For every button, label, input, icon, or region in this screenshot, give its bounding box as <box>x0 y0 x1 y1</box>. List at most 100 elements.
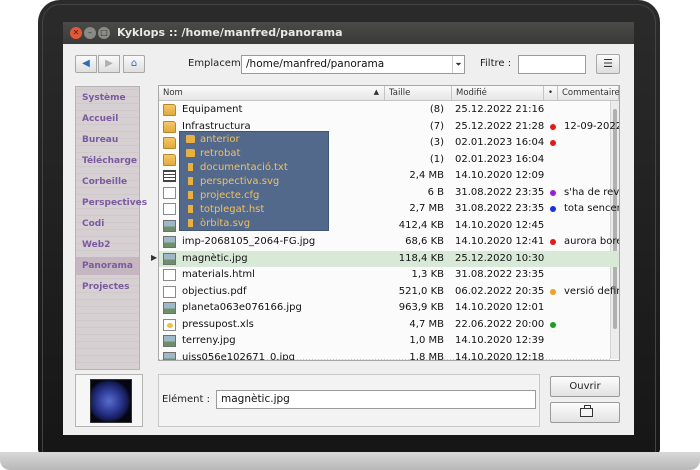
open-button[interactable]: Ouvrir <box>550 376 620 397</box>
sidebar-item[interactable]: Système <box>76 89 139 107</box>
file-row[interactable]: Equipament (8) 25.12.2022 21:16 <box>159 102 619 119</box>
close-window-button[interactable]: ✕ <box>70 27 82 39</box>
laptop-base <box>0 452 700 470</box>
filter-input[interactable] <box>518 55 586 74</box>
file-modified: 02.01.2023 16:04 <box>455 153 545 165</box>
location-input[interactable]: /home/manfred/panorama <box>241 55 465 74</box>
menu-button[interactable]: ☰ <box>596 54 620 74</box>
column-header-size[interactable]: Taille <box>385 86 452 101</box>
popup-item[interactable]: retrobat <box>186 148 326 162</box>
file-size: (1) <box>429 153 444 165</box>
image-thumbnail <box>90 379 132 423</box>
briefcase-button[interactable] <box>550 402 620 423</box>
popup-item[interactable]: totplegat.hst <box>186 204 326 218</box>
filter-label: Filtre : <box>480 58 512 69</box>
file-row[interactable]: materials.html 1,3 KB 31.08.2022 23:35 <box>159 267 619 284</box>
sidebar-item[interactable]: Bureau <box>76 131 139 149</box>
column-header-modified[interactable]: Modifié <box>452 86 544 101</box>
tag-dot-icon <box>550 140 556 146</box>
file-row[interactable]: uiss056e102671_0.jpg 1,8 MB 14.10.2020 12:… <box>159 350 619 361</box>
file-row[interactable]: terreny.jpg 1,0 MB 14.10.2020 12:39 <box>159 333 619 350</box>
column-header-tag[interactable]: • <box>544 86 558 101</box>
back-button[interactable]: ◀ <box>75 55 97 73</box>
title-bar: ✕ – □ Kyklops :: /home/manfred/panorama <box>63 22 634 44</box>
file-modified: 25.12.2022 21:28 <box>455 120 545 132</box>
file-row[interactable]: planeta063e076166.jpg 963,9 KB 14.10.2020 … <box>159 300 619 317</box>
sidebar-item[interactable]: Perspectives <box>76 194 147 212</box>
file-modified: 25.12.2022 21:16 <box>455 104 545 115</box>
file-comment: 12-09-2022 <box>564 120 620 132</box>
file-name: planeta063e076166.jpg <box>182 302 302 313</box>
sidebar-item[interactable]: Accueil <box>76 110 139 128</box>
document-icon <box>163 285 176 298</box>
file-name: imp-2068105_2064-FG.jpg <box>182 236 316 247</box>
popup-item[interactable]: òrbita.svg <box>186 218 326 232</box>
image-file-icon <box>163 335 176 347</box>
file-modified: 31.08.2022 23:35 <box>455 269 545 280</box>
minimize-window-button[interactable]: – <box>84 27 96 39</box>
image-file-icon <box>163 302 176 314</box>
popup-item-label: totplegat.hst <box>200 204 265 215</box>
element-input[interactable]: magnètic.jpg <box>216 390 536 409</box>
document-icon <box>188 219 193 227</box>
current-row-indicator-icon: ▶ <box>151 252 158 262</box>
file-size: 4,7 MB <box>409 318 444 330</box>
tag-dot-icon <box>550 288 556 295</box>
image-file-icon <box>163 252 176 265</box>
file-size: 68,6 KB <box>405 236 444 247</box>
file-modified: 31.08.2022 23:35 <box>455 186 545 198</box>
column-header-name[interactable]: Nom ▲ <box>159 86 385 101</box>
file-modified: 14.10.2020 12:41 <box>455 236 545 247</box>
sidebar-item[interactable]: Corbeille <box>76 173 139 191</box>
popup-item-label: retrobat <box>200 148 241 159</box>
sort-ascending-icon: ▲ <box>373 88 379 96</box>
document-icon <box>188 205 193 213</box>
briefcase-icon <box>580 405 593 417</box>
sidebar-item[interactable]: Codi <box>76 215 139 233</box>
file-dialog-window: ✕ – □ Kyklops :: /home/manfred/panorama … <box>63 22 634 435</box>
spreadsheet-icon <box>163 318 176 331</box>
popup-item-label: perspectiva.svg <box>200 176 280 187</box>
file-name: terreny.jpg <box>182 335 236 346</box>
file-comment: tota sencera <box>564 203 619 214</box>
window-title: Kyklops :: /home/manfred/panorama <box>117 26 343 39</box>
document-icon <box>163 203 176 215</box>
file-comment: s'ha de revisar <box>564 186 620 198</box>
maximize-window-button[interactable]: □ <box>98 27 110 39</box>
file-comment: aurora boreal <box>564 236 619 247</box>
file-row[interactable]: imp-2068105_2064-FG.jpg 68,6 KB 14.10.2020… <box>159 234 619 251</box>
popup-item[interactable]: anterior <box>186 134 326 148</box>
image-file-icon <box>163 351 176 360</box>
tag-dot-icon <box>550 321 556 328</box>
file-name: uiss056e102671_0.jpg <box>182 351 295 361</box>
home-button[interactable]: ⌂ <box>123 55 145 73</box>
column-name-label: Nom <box>163 88 183 98</box>
file-name: pressupost.xls <box>182 318 254 330</box>
sidebar-item[interactable]: Projectes <box>76 278 139 296</box>
popup-item[interactable]: perspectiva.svg <box>186 176 326 190</box>
file-size: 118,4 KB <box>398 252 444 264</box>
file-row[interactable]: magnètic.jpg 118,4 KB 25.12.2020 10:30 <box>159 250 619 267</box>
sidebar-item[interactable]: Web2 <box>76 236 139 254</box>
file-size: 1,0 MB <box>409 335 444 346</box>
sidebar-item[interactable]: Panorama <box>76 257 139 275</box>
file-size: 6 B <box>427 186 444 198</box>
folder-icon <box>163 137 176 149</box>
popup-item-label: òrbita.svg <box>200 218 251 229</box>
popup-item-label: documentació.txt <box>200 162 288 173</box>
image-file-icon <box>163 236 176 248</box>
location-dropdown-icon[interactable]: ⏷ <box>452 56 464 73</box>
file-row[interactable]: objectius.pdf 521,0 KB 06.02.2022 20:35 ver… <box>159 284 619 301</box>
file-modified: 25.12.2020 10:30 <box>455 252 545 264</box>
file-name: magnètic.jpg <box>182 252 248 264</box>
forward-button[interactable]: ▶ <box>98 55 120 73</box>
file-size: (7) <box>429 120 444 132</box>
file-size: 521,0 KB <box>398 285 444 297</box>
tag-dot-icon <box>550 189 556 196</box>
popup-item[interactable]: projecte.cfg <box>186 190 326 204</box>
sidebar-item[interactable]: Télécharge <box>76 152 139 170</box>
column-header-comment[interactable]: Commentaire <box>558 86 619 101</box>
popup-item[interactable]: documentació.txt <box>186 162 326 176</box>
file-row[interactable]: pressupost.xls 4,7 MB 22.06.2022 20:00 <box>159 317 619 334</box>
image-file-icon <box>163 219 176 232</box>
